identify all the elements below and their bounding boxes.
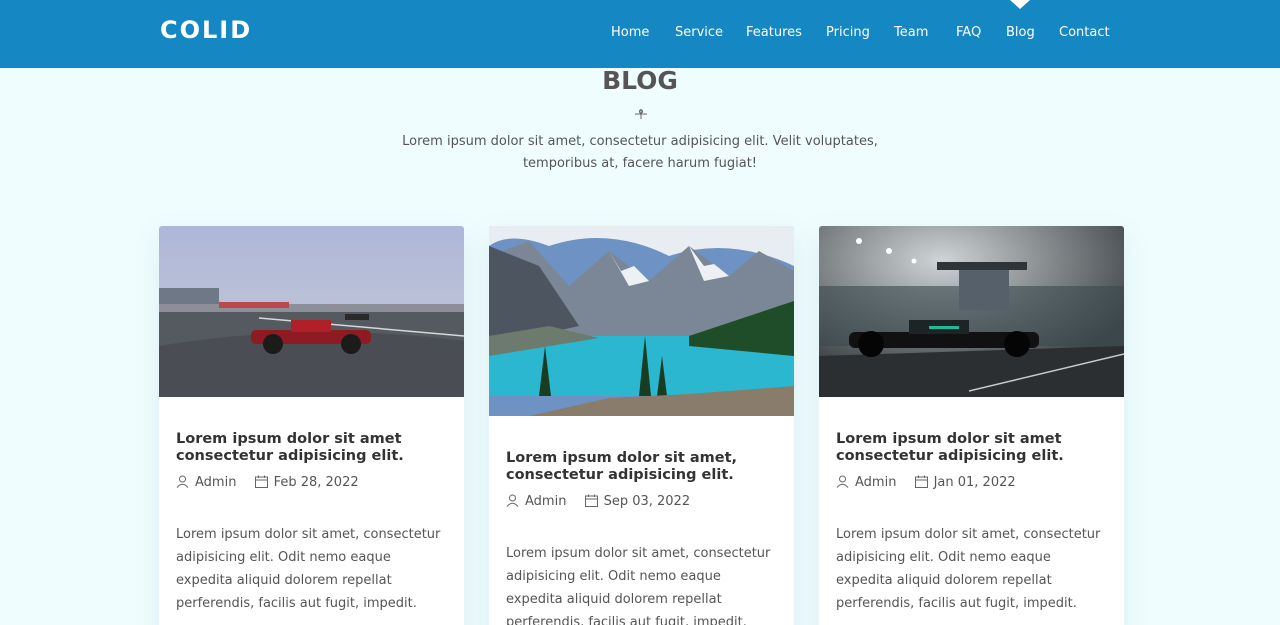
post-meta: Admin Jan 01, 2022: [836, 475, 1111, 493]
author-meta: Admin: [506, 494, 566, 509]
post-excerpt: Lorem ipsum dolor sit amet, consectetur …: [506, 546, 771, 625]
card-body: Lorem ipsum dolor sit amet, consectetur …: [506, 450, 781, 625]
post-excerpt: Lorem ipsum dolor sit amet, consectetur …: [176, 527, 441, 611]
post-date: Feb 28, 2022: [273, 475, 359, 490]
nav-team[interactable]: Team: [894, 25, 928, 40]
user-icon: [176, 475, 189, 488]
nav-service[interactable]: Service: [675, 25, 723, 40]
author-meta: Admin: [176, 475, 236, 490]
post-meta: Admin Feb 28, 2022: [176, 475, 451, 493]
nav-faq[interactable]: FAQ: [956, 25, 981, 40]
post-meta: Admin Sep 03, 2022: [506, 494, 781, 512]
user-icon: [506, 494, 519, 507]
nav-home[interactable]: Home: [611, 25, 649, 40]
post-excerpt: Lorem ipsum dolor sit amet, consectetur …: [836, 527, 1101, 611]
divider-icon: [635, 109, 647, 119]
black-race-car-photo[interactable]: [819, 226, 1124, 397]
card-body: Lorem ipsum dolor sit amet consectetur a…: [836, 431, 1111, 615]
date-meta: Sep 03, 2022: [584, 494, 691, 509]
post-author: Admin: [195, 475, 237, 490]
top-navbar: COLID Home Service Features Pricing Team…: [0, 0, 1280, 68]
nav-blog[interactable]: Blog: [1006, 25, 1035, 40]
nav-pricing[interactable]: Pricing: [826, 25, 870, 40]
calendar-icon: [254, 475, 268, 488]
post-title[interactable]: Lorem ipsum dolor sit amet consectetur a…: [836, 431, 1111, 465]
active-nav-indicator: [1010, 0, 1030, 9]
section-title: BLOG: [602, 66, 678, 95]
nav-contact[interactable]: Contact: [1059, 25, 1110, 40]
user-icon: [836, 475, 849, 488]
date-meta: Feb 28, 2022: [254, 475, 359, 490]
blog-card[interactable]: Lorem ipsum dolor sit amet consectetur a…: [159, 226, 464, 625]
post-author: Admin: [525, 494, 567, 509]
post-author: Admin: [855, 475, 897, 490]
post-title[interactable]: Lorem ipsum dolor sit amet consectetur a…: [176, 431, 451, 465]
calendar-icon: [914, 475, 928, 488]
post-title[interactable]: Lorem ipsum dolor sit amet, consectetur …: [506, 450, 781, 484]
nav-features[interactable]: Features: [746, 25, 802, 40]
main-nav: Home Service Features Pricing Team FAQ B…: [0, 25, 1280, 45]
calendar-icon: [584, 494, 598, 507]
mountain-lake-photo[interactable]: [489, 226, 794, 416]
blog-card[interactable]: Lorem ipsum dolor sit amet, consectetur …: [489, 226, 794, 625]
section-description: Lorem ipsum dolor sit amet, consectetur …: [402, 134, 878, 171]
post-date: Sep 03, 2022: [603, 494, 691, 509]
red-race-car-photo[interactable]: [159, 226, 464, 397]
card-body: Lorem ipsum dolor sit amet consectetur a…: [176, 431, 451, 615]
date-meta: Jan 01, 2022: [914, 475, 1016, 490]
blog-card[interactable]: Lorem ipsum dolor sit amet consectetur a…: [819, 226, 1124, 625]
author-meta: Admin: [836, 475, 896, 490]
post-date: Jan 01, 2022: [933, 475, 1016, 490]
